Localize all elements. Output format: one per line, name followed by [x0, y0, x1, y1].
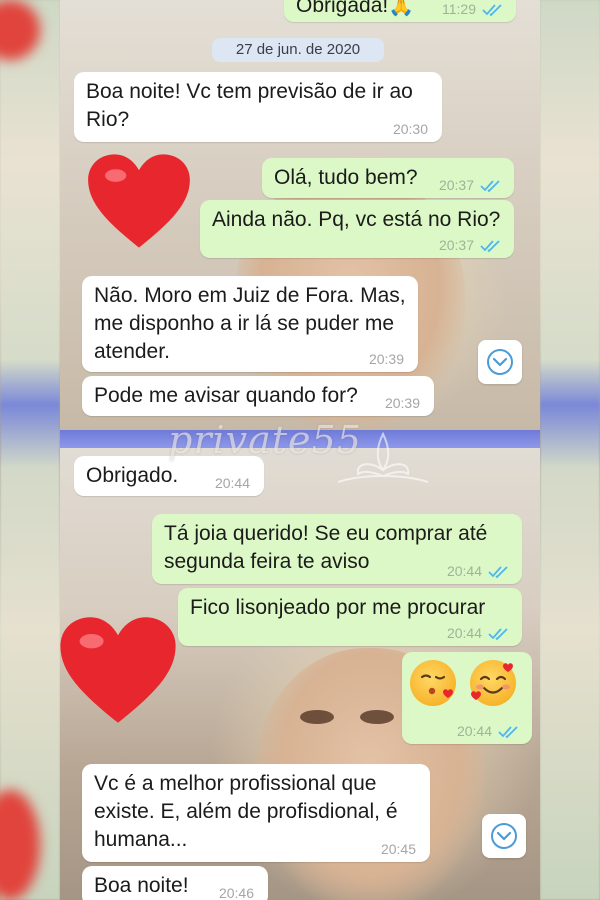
message-bubble-incoming[interactable]: Pode me avisar quando for? 20:39: [82, 376, 434, 416]
message-bubble-outgoing[interactable]: Olá, tudo bem? 20:37: [262, 158, 514, 198]
message-text: Boa noite!: [94, 874, 189, 897]
left-blurred-backdrop: [0, 0, 60, 900]
message-time: 20:39: [368, 351, 404, 367]
smiling-face-with-hearts-icon: [470, 660, 516, 706]
background-eye: [360, 710, 394, 724]
right-blurred-backdrop: [540, 0, 600, 900]
emoji-row: [410, 660, 516, 706]
red-heart-icon: [58, 614, 178, 731]
background-eye: [300, 710, 334, 724]
read-ticks-icon: [480, 240, 500, 253]
chevron-down-icon: [487, 349, 513, 375]
message-bubble-incoming[interactable]: Não. Moro em Juiz de Fora. Mas, me dispo…: [82, 276, 418, 372]
kissing-face-with-heart-icon: [410, 660, 456, 706]
fleur-de-lis-ornament-icon: [337, 431, 429, 483]
message-time: 20:44: [446, 563, 482, 579]
message-text: Tá joia querido! Se eu comprar até segun…: [164, 522, 488, 573]
message-bubble-outgoing[interactable]: Ainda não. Pq, vc está no Rio? 20:37: [200, 200, 514, 258]
message-bubble-outgoing[interactable]: Tá joia querido! Se eu comprar até segun…: [152, 514, 522, 584]
date-separator: 27 de jun. de 2020: [212, 38, 384, 62]
message-text: Boa noite! Vc tem previsão de ir ao Rio?: [86, 80, 413, 131]
message-text: Obrigada!🙏: [296, 0, 415, 17]
message-time: 20:44: [456, 723, 492, 739]
message-bubble-outgoing[interactable]: Fico lisonjeado por me procurar 20:44: [178, 588, 522, 646]
message-text: Pode me avisar quando for?: [94, 384, 358, 407]
message-bubble-incoming[interactable]: Boa noite! Vc tem previsão de ir ao Rio?…: [74, 72, 442, 142]
red-heart-icon: [86, 152, 192, 255]
scroll-to-bottom-button[interactable]: [482, 814, 526, 858]
read-ticks-icon: [488, 628, 508, 641]
message-time: 20:45: [380, 841, 416, 857]
message-time: 20:44: [446, 625, 482, 641]
message-text: Obrigado.: [86, 464, 179, 487]
message-text: Fico lisonjeado por me procurar: [190, 596, 486, 619]
message-bubble-outgoing[interactable]: Obrigada!🙏 11:29: [284, 0, 516, 22]
read-ticks-icon: [482, 4, 502, 17]
message-time: 20:37: [438, 177, 474, 193]
message-time: 11:29: [442, 1, 476, 17]
message-bubble-incoming[interactable]: Vc é a melhor profissional que existe. E…: [82, 764, 430, 862]
message-text: Vc é a melhor profissional que existe. E…: [94, 772, 398, 851]
message-time: 20:39: [384, 395, 420, 411]
message-bubble-incoming[interactable]: Boa noite! 20:46: [82, 866, 268, 900]
message-time: 20:46: [218, 885, 254, 900]
read-ticks-icon: [488, 566, 508, 579]
message-text: Não. Moro em Juiz de Fora. Mas, me dispo…: [94, 284, 406, 363]
message-time: 20:37: [438, 237, 474, 253]
scroll-to-bottom-button[interactable]: [478, 340, 522, 384]
watermark-logo: private55: [168, 418, 448, 498]
message-text: Ainda não. Pq, vc está no Rio?: [212, 208, 501, 231]
read-ticks-icon: [480, 180, 500, 193]
message-time: 20:30: [392, 121, 428, 137]
chevron-down-icon: [491, 823, 517, 849]
read-ticks-icon: [498, 726, 518, 739]
message-text: Olá, tudo bem?: [274, 166, 418, 189]
